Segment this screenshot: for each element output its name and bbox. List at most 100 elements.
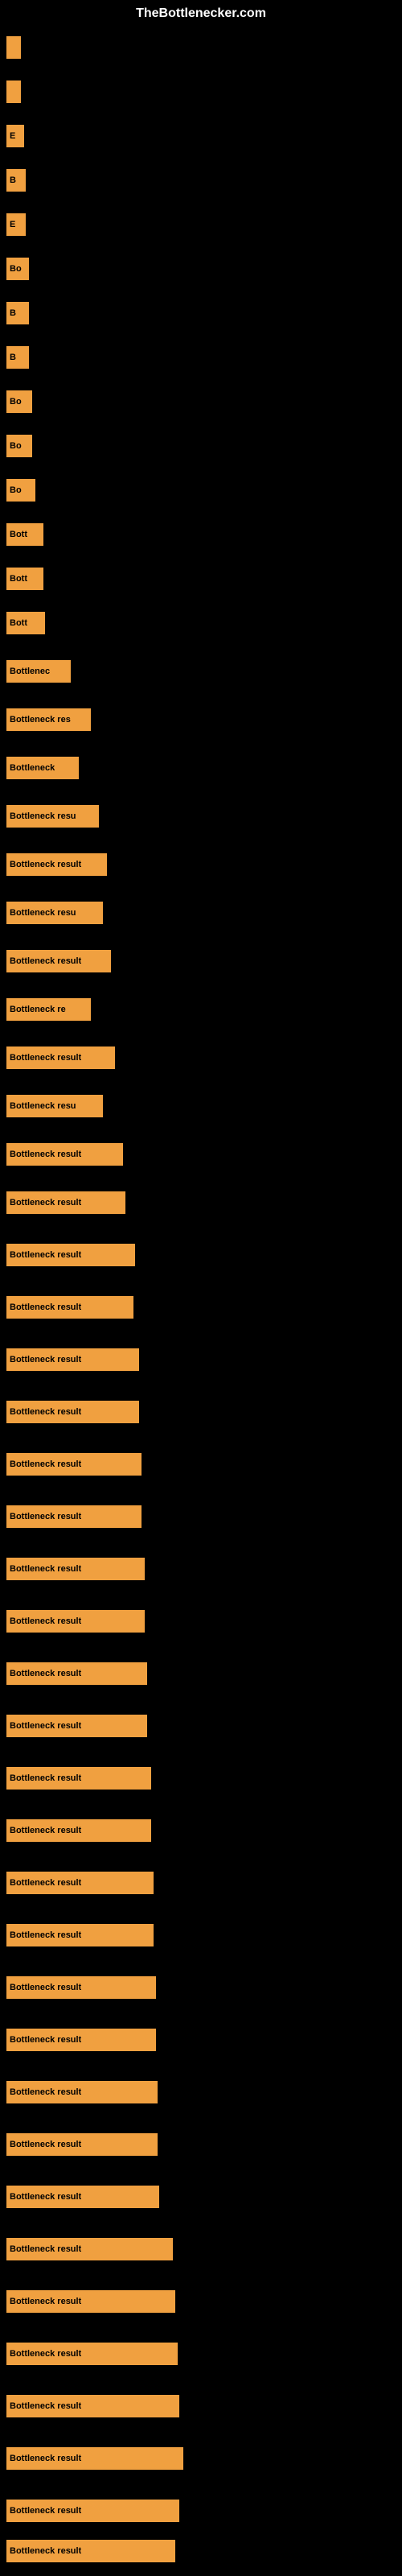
bar-label: B	[10, 175, 16, 185]
bar-label: Bottleneck resu	[10, 811, 76, 821]
bar-item: B	[6, 346, 29, 369]
bar-label: Bo	[10, 441, 22, 451]
bar-item: Bottleneck resu	[6, 902, 103, 924]
bar-item: Bott	[6, 568, 43, 590]
bar-label: Bottleneck resu	[10, 908, 76, 918]
bar-item: Bottleneck result	[6, 1244, 135, 1266]
bar-item: Bottleneck result	[6, 1505, 142, 1528]
bar-label: Bottleneck result	[10, 1407, 81, 1417]
bar-item: Bott	[6, 523, 43, 546]
bar-item: Bottleneck result	[6, 1296, 133, 1319]
bar-item: Bottleneck res	[6, 708, 91, 731]
bar-label: B	[10, 353, 16, 362]
bar-item: Bottleneck result	[6, 1976, 156, 1999]
bar-label: Bottleneck result	[10, 2297, 81, 2306]
bar-item: Bottleneck result	[6, 853, 107, 876]
bar-item: Bottleneck result	[6, 2343, 178, 2365]
bar-label: Bottleneck res	[10, 715, 71, 724]
bar-item: Bo	[6, 390, 32, 413]
bar-item: Bo	[6, 479, 35, 502]
bar-label: Bottleneck result	[10, 2349, 81, 2359]
bar-label: Bottleneck result	[10, 1826, 81, 1835]
bar-label: Bottleneck resu	[10, 1101, 76, 1111]
bar-item: Bottleneck result	[6, 2447, 183, 2470]
bar-item: Bottleneck result	[6, 2081, 158, 2103]
bar-item: Bottleneck result	[6, 2290, 175, 2313]
bar-item: B	[6, 169, 26, 192]
bar-label: Bottleneck result	[10, 1150, 81, 1159]
bar-label: Bottleneck result	[10, 1669, 81, 1678]
bar-label: Bottleneck result	[10, 1564, 81, 1574]
bar-label: Bo	[10, 485, 22, 495]
bar-item: Bottleneck result	[6, 1046, 115, 1069]
bar-label: Bott	[10, 574, 27, 584]
bar-item: Bottleneck result	[6, 1662, 147, 1685]
bar-item: Bottleneck result	[6, 1453, 142, 1476]
bar-label: Bottleneck re	[10, 1005, 66, 1014]
bar-item: Bottleneck re	[6, 998, 91, 1021]
bar-item: Bottleneck result	[6, 1143, 123, 1166]
bar-item: Bottleneck result	[6, 1872, 154, 1894]
bar-label: Bottleneck result	[10, 1983, 81, 1992]
bar-item: Bottleneck result	[6, 1715, 147, 1737]
bar-item: B	[6, 302, 29, 324]
bar-label: Bottleneck result	[10, 1459, 81, 1469]
bar-label: Bottlenec	[10, 667, 50, 676]
bar-item: Bottleneck result	[6, 1767, 151, 1790]
bar-item: Bottleneck result	[6, 2395, 179, 2417]
bar-item: Bo	[6, 435, 32, 457]
bar-item: Bottleneck result	[6, 1191, 125, 1214]
bar-item: Bottleneck result	[6, 2186, 159, 2208]
bar-label: Bo	[10, 397, 22, 407]
bar-label: Bottleneck result	[10, 860, 81, 869]
bar-label: Bottleneck result	[10, 1930, 81, 1940]
bar-item: Bottleneck result	[6, 1924, 154, 1946]
bar-label: Bottleneck result	[10, 1878, 81, 1888]
bar-label: Bottleneck	[10, 763, 55, 773]
bar-label: Bottleneck result	[10, 1198, 81, 1208]
bar-label: Bottleneck result	[10, 2506, 81, 2516]
bar-item: Bottleneck result	[6, 1401, 139, 1423]
bar-item	[6, 36, 21, 59]
bar-label: Bottleneck result	[10, 2546, 81, 2556]
bar-item: Bottleneck result	[6, 1819, 151, 1842]
bar-item: Bottleneck result	[6, 1610, 145, 1633]
bar-item: E	[6, 213, 26, 236]
bar-label: Bottleneck result	[10, 2140, 81, 2149]
bar-label: Bottleneck result	[10, 1512, 81, 1521]
bar-item: Bottleneck result	[6, 2540, 175, 2562]
bar-item	[6, 80, 21, 103]
bar-label: Bottleneck result	[10, 1355, 81, 1364]
bar-item: Bo	[6, 258, 29, 280]
bar-item: Bott	[6, 612, 45, 634]
bar-label: Bottleneck result	[10, 1302, 81, 1312]
site-title: TheBottlenecker.com	[136, 6, 266, 21]
bar-item: Bottleneck result	[6, 2029, 156, 2051]
bar-label: Bottleneck result	[10, 1773, 81, 1783]
bar-label: Bo	[10, 264, 22, 274]
bar-label: Bottleneck result	[10, 1616, 81, 1626]
bar-label: Bott	[10, 530, 27, 539]
bar-item: E	[6, 125, 24, 147]
bar-label: Bottleneck result	[10, 2087, 81, 2097]
bar-item: Bottleneck	[6, 757, 79, 779]
bar-label: E	[10, 131, 15, 141]
bar-item: Bottleneck result	[6, 2238, 173, 2260]
bar-item: Bottleneck result	[6, 2500, 179, 2522]
bar-label: Bottleneck result	[10, 2035, 81, 2045]
bar-label: Bottleneck result	[10, 1053, 81, 1063]
bar-label: Bott	[10, 618, 27, 628]
bar-label: E	[10, 220, 15, 229]
bar-label: Bottleneck result	[10, 956, 81, 966]
bar-label: Bottleneck result	[10, 2192, 81, 2202]
bar-label: Bottleneck result	[10, 1721, 81, 1731]
bar-label: Bottleneck result	[10, 2454, 81, 2463]
bar-item: Bottlenec	[6, 660, 71, 683]
bar-item: Bottleneck resu	[6, 805, 99, 828]
bar-item: Bottleneck resu	[6, 1095, 103, 1117]
bar-item: Bottleneck result	[6, 1558, 145, 1580]
bar-label: Bottleneck result	[10, 1250, 81, 1260]
bar-label: B	[10, 308, 16, 318]
bar-item: Bottleneck result	[6, 1348, 139, 1371]
bar-label: Bottleneck result	[10, 2401, 81, 2411]
